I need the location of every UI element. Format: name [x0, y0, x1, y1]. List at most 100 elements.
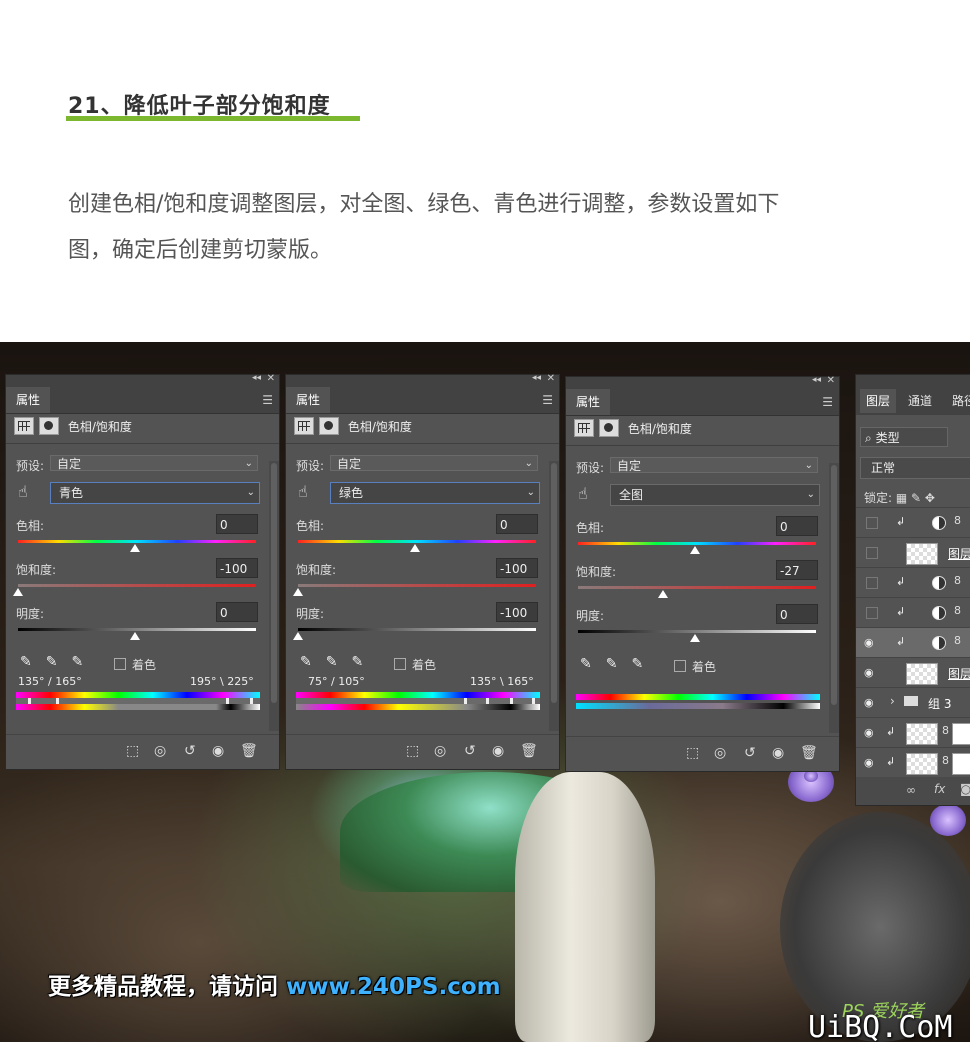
mask-icon[interactable]: [39, 417, 59, 435]
channel-select[interactable]: 青色 ⌄: [50, 482, 260, 504]
eye-icon[interactable]: ◉: [864, 726, 876, 739]
view-previous-icon[interactable]: ◎: [714, 745, 726, 761]
add-mask-icon[interactable]: ◙: [960, 782, 970, 796]
saturation-input[interactable]: -100: [496, 558, 538, 578]
link-layers-icon[interactable]: ∞: [906, 783, 916, 797]
tab-layers[interactable]: 图层: [860, 389, 897, 413]
target-adjust-hand-icon[interactable]: ☝: [578, 484, 588, 503]
lightness-input[interactable]: -100: [496, 602, 538, 622]
tab-channels[interactable]: 通道: [902, 389, 938, 413]
tab-properties[interactable]: 属性: [286, 387, 331, 413]
clip-to-layer-icon[interactable]: ⬚: [126, 743, 139, 759]
panel-menu-icon[interactable]: ☰: [262, 393, 273, 407]
target-adjust-hand-icon[interactable]: ☝: [18, 482, 28, 501]
hue-slider-track[interactable]: [18, 540, 256, 543]
saturation-slider-track[interactable]: [18, 584, 256, 587]
panel-scrollbar[interactable]: [829, 463, 839, 733]
clip-to-layer-icon[interactable]: ⬚: [406, 743, 419, 759]
delete-icon[interactable]: 🗑: [240, 743, 258, 759]
channel-select[interactable]: 绿色 ⌄: [330, 482, 540, 504]
blend-mode-select[interactable]: 正常: [860, 457, 970, 479]
layer-row[interactable]: ◉ 图层: [856, 657, 970, 688]
colorize-checkbox[interactable]: 着色: [394, 656, 436, 673]
lightness-slider-thumb[interactable]: [130, 632, 140, 640]
saturation-input[interactable]: -27: [776, 560, 818, 580]
mask-icon[interactable]: [599, 419, 619, 437]
preset-select[interactable]: 自定 ⌄: [330, 455, 538, 471]
view-previous-icon[interactable]: ◎: [434, 743, 446, 759]
hue-slider-thumb[interactable]: [130, 544, 140, 552]
panel-scrollbar[interactable]: [549, 461, 559, 731]
eye-icon[interactable]: ◉: [864, 636, 876, 649]
layer-row[interactable]: ◉ ↲ 8: [856, 717, 970, 748]
eyedropper-icons[interactable]: ✎✎✎: [580, 656, 657, 672]
hue-input[interactable]: 0: [496, 514, 538, 534]
layer-name[interactable]: 图层: [948, 545, 970, 562]
visibility-icon[interactable]: ◉: [772, 745, 784, 761]
fx-button[interactable]: fx: [934, 782, 945, 796]
close-icon[interactable]: ✕: [267, 373, 275, 384]
close-icon[interactable]: ✕: [547, 373, 555, 384]
clip-to-layer-icon[interactable]: ⬚: [686, 745, 699, 761]
saturation-slider-track[interactable]: [298, 584, 536, 587]
layer-row[interactable]: ◉ ↲ 8: [856, 747, 970, 778]
layer-group-row[interactable]: ◉ › 组 3: [856, 687, 970, 718]
lightness-slider-thumb[interactable]: [293, 632, 303, 640]
collapse-icon[interactable]: ◂◂: [812, 375, 821, 385]
colorize-checkbox[interactable]: 着色: [674, 658, 716, 675]
hue-input[interactable]: 0: [216, 514, 258, 534]
saturation-input[interactable]: -100: [216, 558, 258, 578]
mask-icon[interactable]: [319, 417, 339, 435]
reset-icon[interactable]: ↺: [744, 745, 756, 761]
hue-slider-thumb[interactable]: [690, 546, 700, 554]
eye-icon[interactable]: ◉: [864, 756, 876, 769]
hue-slider-thumb[interactable]: [410, 544, 420, 552]
lightness-slider-thumb[interactable]: [690, 634, 700, 642]
layer-row[interactable]: 图层: [856, 537, 970, 568]
lightness-slider-track[interactable]: [298, 628, 536, 631]
panel-scrollbar[interactable]: [269, 461, 279, 731]
close-icon[interactable]: ✕: [827, 375, 835, 386]
group-name[interactable]: 组 3: [928, 695, 951, 712]
collapse-icon[interactable]: ◂◂: [532, 373, 541, 383]
reset-icon[interactable]: ↺: [464, 743, 476, 759]
eye-icon[interactable]: ◉: [864, 666, 876, 679]
tab-paths[interactable]: 路径: [946, 389, 970, 413]
visibility-toggle[interactable]: [866, 577, 878, 589]
eyedropper-icons[interactable]: ✎✎✎: [300, 654, 377, 670]
delete-icon[interactable]: 🗑: [520, 743, 538, 759]
layer-row[interactable]: ↲ 8: [856, 567, 970, 598]
visibility-icon[interactable]: ◉: [492, 743, 504, 759]
saturation-slider-thumb[interactable]: [13, 588, 23, 596]
preset-select[interactable]: 自定 ⌄: [610, 457, 818, 473]
visibility-toggle[interactable]: [866, 607, 878, 619]
collapse-icon[interactable]: ◂◂: [252, 373, 261, 383]
lightness-slider-track[interactable]: [578, 630, 816, 633]
saturation-slider-thumb[interactable]: [658, 590, 668, 598]
view-previous-icon[interactable]: ◎: [154, 743, 166, 759]
eye-icon[interactable]: ◉: [864, 696, 876, 709]
colorize-checkbox[interactable]: 着色: [114, 656, 156, 673]
eyedropper-icons[interactable]: ✎✎✎: [20, 654, 97, 670]
layer-name[interactable]: 图层: [948, 665, 970, 682]
panel-menu-icon[interactable]: ☰: [822, 395, 833, 409]
hue-slider-track[interactable]: [298, 540, 536, 543]
layer-row[interactable]: ↲ 8: [856, 597, 970, 628]
lightness-slider-track[interactable]: [18, 628, 256, 631]
hue-input[interactable]: 0: [776, 516, 818, 536]
saturation-slider-track[interactable]: [578, 586, 816, 589]
delete-icon[interactable]: 🗑: [800, 745, 818, 761]
panel-menu-icon[interactable]: ☰: [542, 393, 553, 407]
tab-properties[interactable]: 属性: [566, 389, 611, 415]
lightness-input[interactable]: 0: [216, 602, 258, 622]
layer-filter-select[interactable]: ⌕ 类型: [860, 427, 948, 447]
tab-properties[interactable]: 属性: [6, 387, 51, 413]
chevron-right-icon[interactable]: ›: [890, 694, 895, 708]
visibility-toggle[interactable]: [866, 517, 878, 529]
saturation-slider-thumb[interactable]: [293, 588, 303, 596]
visibility-icon[interactable]: ◉: [212, 743, 224, 759]
preset-select[interactable]: 自定 ⌄: [50, 455, 258, 471]
reset-icon[interactable]: ↺: [184, 743, 196, 759]
layer-row[interactable]: ↲ 8: [856, 507, 970, 538]
layer-row-selected[interactable]: ◉ ↲ 8: [856, 627, 970, 658]
